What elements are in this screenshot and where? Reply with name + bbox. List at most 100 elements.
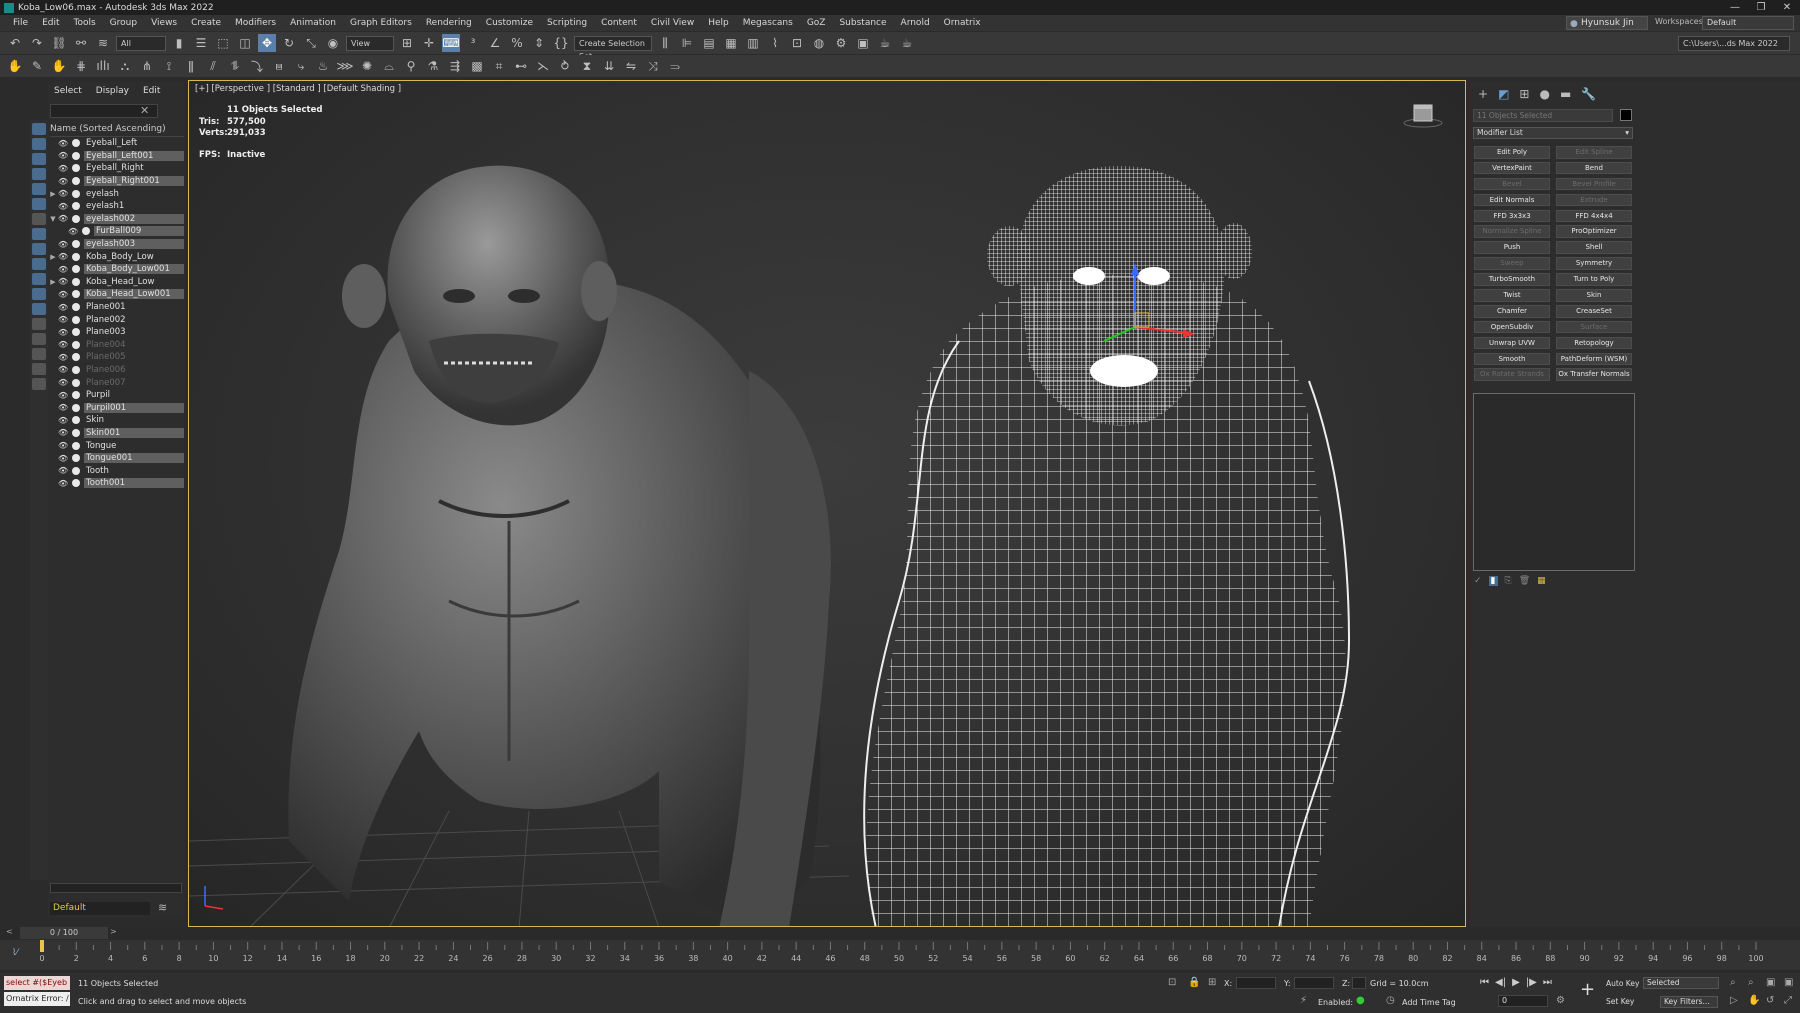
- fur-tool-icon[interactable]: ⇋: [622, 57, 640, 75]
- display-xrefs-icon[interactable]: [32, 243, 46, 255]
- scene-list-item[interactable]: 👁 Skin001: [48, 427, 184, 440]
- current-frame-marker[interactable]: [40, 940, 44, 952]
- unlink-icon[interactable]: ⚯: [72, 34, 90, 52]
- display-hidden-icon[interactable]: [32, 303, 46, 315]
- object-color-swatch[interactable]: [1620, 109, 1632, 121]
- modifier-button-chamfer[interactable]: Chamfer: [1474, 304, 1550, 318]
- zoom-all-icon[interactable]: ⌕: [1748, 977, 1754, 988]
- modifier-button-bevel-profile[interactable]: Bevel Profile: [1556, 177, 1632, 191]
- paint-select-icon[interactable]: ✋: [6, 57, 24, 75]
- zoom-extents-icon[interactable]: ▣: [1766, 977, 1775, 988]
- configure-sets-icon[interactable]: ▦: [1537, 576, 1546, 586]
- hierarchy-tab-icon[interactable]: ⊞: [1519, 87, 1529, 101]
- fur-tool-icon[interactable]: ⥮: [226, 57, 244, 75]
- fur-tool-icon[interactable]: ⟟: [160, 57, 178, 75]
- fur-tool-icon[interactable]: ⚲: [402, 57, 420, 75]
- fur-tool-icon[interactable]: ♨: [314, 57, 332, 75]
- visibility-eye-icon[interactable]: 👁: [58, 428, 68, 437]
- modifier-button-opensubdiv[interactable]: OpenSubdiv: [1474, 320, 1550, 334]
- manipulate-icon[interactable]: ✛: [420, 34, 438, 52]
- add-time-tag[interactable]: Add Time Tag: [1402, 998, 1456, 1007]
- tab-select[interactable]: Select: [54, 86, 82, 96]
- modifier-list-dropdown[interactable]: Modifier List ▾: [1473, 127, 1633, 139]
- adaptive-degradation-icon[interactable]: ⚡: [1300, 995, 1307, 1006]
- menu-rendering[interactable]: Rendering: [419, 18, 479, 28]
- selection-lock-icon[interactable]: 🔒: [1188, 977, 1200, 988]
- menu-file[interactable]: File: [6, 18, 35, 28]
- layer-explorer-icon[interactable]: ▦: [722, 34, 740, 52]
- visibility-eye-icon[interactable]: 👁: [58, 252, 68, 261]
- scene-list-item[interactable]: 👁 Eyeball_Left: [48, 137, 184, 150]
- select-scale-icon[interactable]: ⤡: [302, 34, 320, 52]
- modifier-button-extrude[interactable]: Extrude: [1556, 193, 1632, 207]
- modifier-button-vertexpaint[interactable]: VertexPaint: [1474, 161, 1550, 175]
- fur-tool-icon[interactable]: ǁ: [182, 57, 200, 75]
- visibility-eye-icon[interactable]: 👁: [58, 139, 68, 148]
- select-rotate-icon[interactable]: ↻: [280, 34, 298, 52]
- display-groups-icon[interactable]: [32, 228, 46, 240]
- scene-list-item[interactable]: 👁 Eyeball_Right001: [48, 175, 184, 188]
- modifier-button-ox-rotate-strands[interactable]: Ox Rotate Strands: [1474, 368, 1550, 382]
- render-production-icon[interactable]: ☕: [876, 34, 894, 52]
- modifier-button-normalize-spline[interactable]: Normalize Spline: [1474, 225, 1550, 239]
- pin-stack-icon[interactable]: ✓: [1474, 576, 1482, 586]
- menu-goz[interactable]: GoZ: [800, 18, 833, 28]
- place-icon[interactable]: ◉: [324, 34, 342, 52]
- filter-track-icon[interactable]: ⌇⁄: [12, 948, 18, 958]
- modifier-button-pathdeform-wsm[interactable]: PathDeform (WSM): [1556, 352, 1632, 366]
- visibility-eye-icon[interactable]: 👁: [58, 454, 68, 463]
- spinner-snap-icon[interactable]: ⇕: [530, 34, 548, 52]
- scene-list-item[interactable]: ▶ 👁 Koba_Head_Low: [48, 276, 184, 289]
- fur-tool-icon[interactable]: ⌗: [490, 57, 508, 75]
- filter-icon[interactable]: [32, 363, 46, 375]
- maxscript-listener[interactable]: select #($Eyeb: [4, 976, 70, 990]
- user-account-dropdown[interactable]: ● Hyunsuk Jin: [1566, 16, 1648, 30]
- key-filters-button[interactable]: Key Filters...: [1660, 996, 1718, 1008]
- fur-tool-icon[interactable]: ✺: [358, 57, 376, 75]
- brush-icon[interactable]: ✎: [28, 57, 46, 75]
- window-crossing-icon[interactable]: ◫: [236, 34, 254, 52]
- modifier-button-ffd-4x4x4[interactable]: FFD 4x4x4: [1556, 209, 1632, 223]
- layer-dropdown[interactable]: Default: [50, 902, 150, 915]
- visibility-eye-icon[interactable]: 👁: [58, 353, 68, 362]
- visibility-eye-icon[interactable]: 👁: [58, 328, 68, 337]
- select-object-icon[interactable]: ▮: [170, 34, 188, 52]
- hand-icon[interactable]: ✋: [50, 57, 68, 75]
- modifier-button-bevel[interactable]: Bevel: [1474, 177, 1550, 191]
- modifier-button-turn-to-poly[interactable]: Turn to Poly: [1556, 273, 1632, 286]
- modifier-stack[interactable]: [1473, 393, 1635, 571]
- expand-arrow-icon[interactable]: ▶: [48, 253, 58, 261]
- horizontal-scrollbar[interactable]: [50, 883, 182, 893]
- absolute-mode-icon[interactable]: ⊞: [1208, 977, 1216, 988]
- zoom-icon[interactable]: ⌕: [1730, 977, 1736, 988]
- fur-tool-icon[interactable]: ⌓: [380, 57, 398, 75]
- scene-list-item[interactable]: 👁 eyelash1: [48, 200, 184, 213]
- visibility-eye-icon[interactable]: 👁: [68, 227, 78, 236]
- scene-list-item[interactable]: 👁 Tooth: [48, 464, 184, 477]
- field-of-view-icon[interactable]: ▷: [1730, 995, 1738, 1006]
- align-icon[interactable]: ⊫: [678, 34, 696, 52]
- display-bones-icon[interactable]: [32, 258, 46, 270]
- display-frozen-icon[interactable]: [32, 288, 46, 300]
- menu-help[interactable]: Help: [701, 18, 736, 28]
- scene-list-item[interactable]: 👁 Eyeball_Left001: [48, 150, 184, 163]
- rect-selection-icon[interactable]: ⬚: [214, 34, 232, 52]
- modifier-button-shell[interactable]: Shell: [1556, 241, 1632, 254]
- previous-frame-icon[interactable]: ◀|: [1495, 977, 1506, 988]
- maximize-button[interactable]: ❐: [1748, 0, 1774, 15]
- display-shapes-icon[interactable]: [32, 153, 46, 165]
- modify-tab-icon[interactable]: ◩: [1498, 87, 1509, 101]
- select-move-icon[interactable]: ✥: [258, 34, 276, 52]
- bind-space-warp-icon[interactable]: ≋: [94, 34, 112, 52]
- scene-list-item[interactable]: 👁 FurBall009: [48, 225, 184, 238]
- modifier-button-surface[interactable]: Surface: [1556, 320, 1632, 334]
- scene-list-item[interactable]: ▶ 👁 Koba_Body_Low: [48, 250, 184, 263]
- ribbon-toggle-icon[interactable]: ▥: [744, 34, 762, 52]
- modifier-button-edit-poly[interactable]: Edit Poly: [1474, 146, 1550, 159]
- menu-arnold[interactable]: Arnold: [894, 18, 937, 28]
- visibility-eye-icon[interactable]: 👁: [58, 416, 68, 425]
- display-geometry-icon[interactable]: [32, 138, 46, 150]
- go-to-start-icon[interactable]: ⏮: [1480, 977, 1489, 988]
- scene-list-item[interactable]: 👁 Plane007: [48, 376, 184, 389]
- display-helpers-icon[interactable]: [32, 198, 46, 210]
